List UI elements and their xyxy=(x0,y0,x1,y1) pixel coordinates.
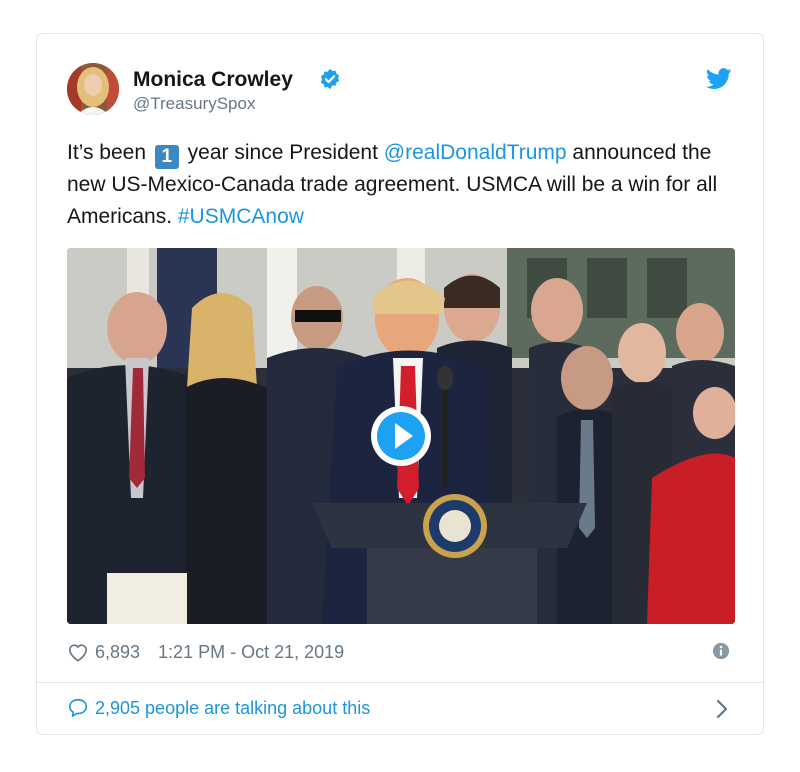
keycap-one-emoji: 1 xyxy=(154,145,179,169)
video-thumbnail[interactable] xyxy=(67,248,735,624)
author-handle[interactable]: @TreasurySpox xyxy=(133,94,255,114)
play-icon[interactable] xyxy=(371,406,431,466)
conversation-link[interactable]: 2,905 people are talking about this xyxy=(67,697,370,719)
info-icon[interactable] xyxy=(712,642,730,660)
tweet-meta: 6,893 1:21 PM - Oct 21, 2019 xyxy=(67,640,344,664)
heart-icon[interactable] xyxy=(67,642,89,662)
tweet-timestamp[interactable]: 1:21 PM - Oct 21, 2019 xyxy=(158,642,344,663)
chevron-right-icon[interactable] xyxy=(715,698,729,720)
tweet-text: It’s been 1 year since President @realDo… xyxy=(67,137,747,233)
like-count[interactable]: 6,893 xyxy=(95,642,140,663)
twitter-bird-icon[interactable] xyxy=(706,68,732,90)
speech-bubble-icon xyxy=(68,698,88,718)
tweet-card[interactable]: Monica Crowley @TreasurySpox It’s been 1… xyxy=(36,33,764,735)
verified-badge-icon xyxy=(320,68,340,90)
video-scene xyxy=(67,248,735,624)
mention-link[interactable]: @realDonaldTrump xyxy=(384,141,567,164)
divider xyxy=(37,682,763,683)
conversation-text[interactable]: 2,905 people are talking about this xyxy=(95,698,370,719)
author-name[interactable]: Monica Crowley xyxy=(133,68,293,92)
hashtag-link[interactable]: #USMCAnow xyxy=(178,205,304,228)
tweet-text-part: It’s been xyxy=(67,141,152,164)
tweet-text-part: year since President xyxy=(181,141,384,164)
author-avatar[interactable] xyxy=(67,63,119,115)
